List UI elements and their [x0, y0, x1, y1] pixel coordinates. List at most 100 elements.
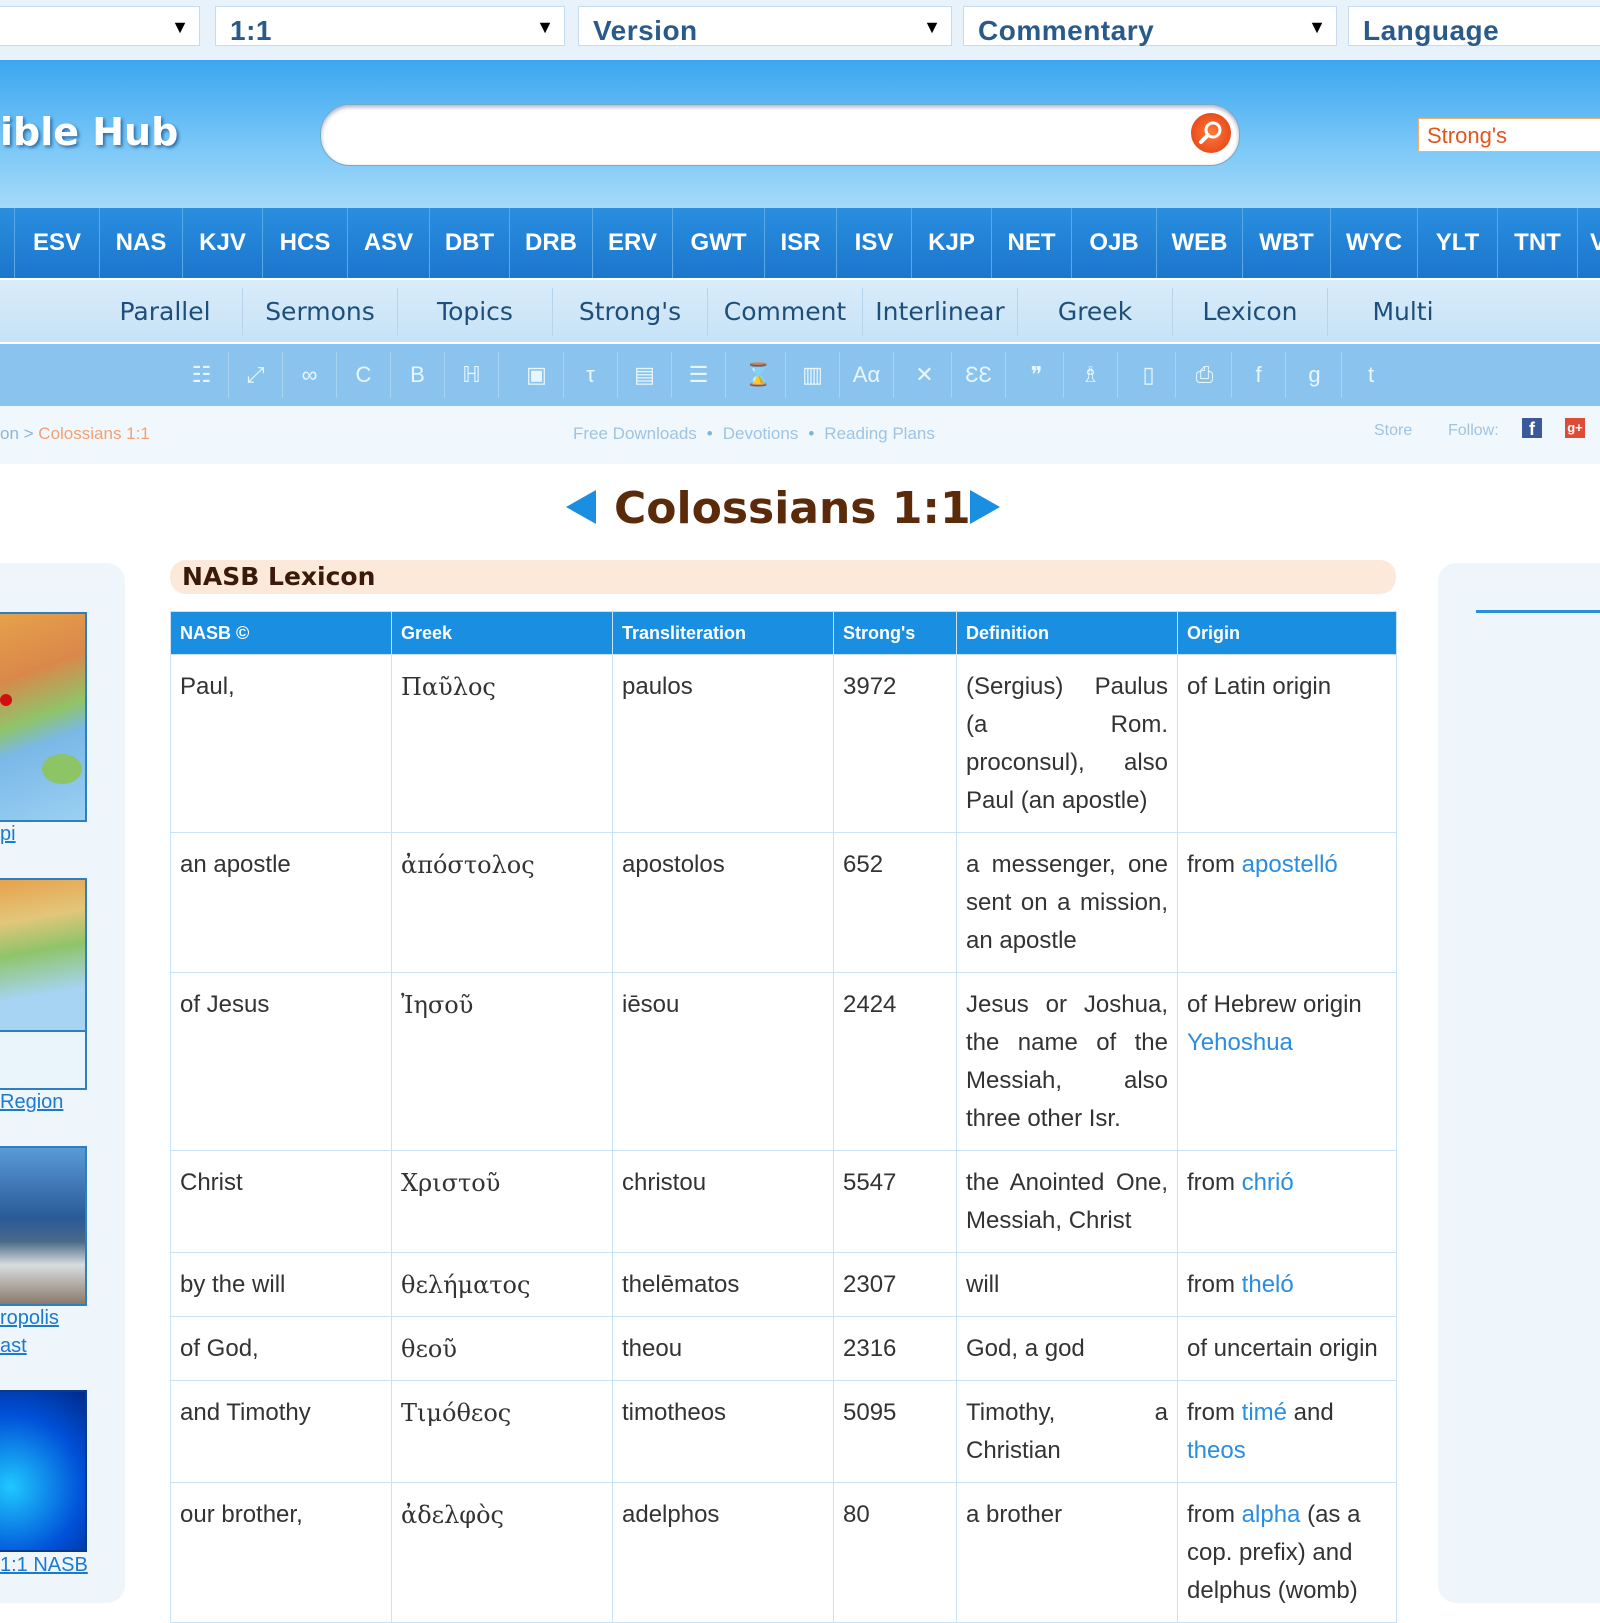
grid-icon[interactable]: ☷ [175, 352, 229, 398]
facebook-icon[interactable]: f [1522, 418, 1542, 439]
tools-icon[interactable]: ✕ [898, 352, 952, 398]
chapter-verse-select[interactable]: 1:1 ▼ [215, 6, 565, 46]
list-icon[interactable]: ☰ [672, 352, 726, 398]
version-tab-ojb[interactable]: OJB [1072, 208, 1157, 278]
google-plus-icon[interactable]: g+ [1565, 418, 1585, 438]
version-tab-kjv[interactable]: KJV [183, 208, 263, 278]
version-tab-kjp[interactable]: KJP [912, 208, 992, 278]
nav-sermons[interactable]: Sermons [243, 288, 398, 336]
table-row: our brother, ἀδελφὸς adelphos 80 a brother fr… [170, 1482, 1397, 1623]
book-select[interactable]: ▼ [0, 6, 200, 46]
strongs-number-link[interactable]: 652 [833, 832, 957, 973]
commentary-select[interactable]: Commentary ▼ [963, 6, 1337, 46]
nav-strongs[interactable]: Strong's [553, 288, 708, 336]
free-downloads-link[interactable]: Free Downloads [573, 424, 697, 443]
greek-cell: Τιμόθεος [391, 1380, 613, 1483]
version-select[interactable]: Version ▼ [578, 6, 952, 46]
devotions-link[interactable]: Devotions [723, 424, 799, 443]
twitter-icon[interactable]: t [1344, 352, 1398, 398]
version-tab-hcs[interactable]: HCS [263, 208, 348, 278]
study-nav: Parallel Sermons Topics Strong's Comment… [0, 280, 1600, 342]
strongs-number-link[interactable]: 2316 [833, 1316, 957, 1381]
strongs-number-link[interactable]: 5547 [833, 1150, 957, 1253]
philippi-map-image[interactable] [0, 612, 87, 822]
link-icon[interactable]: ∞ [283, 352, 337, 398]
image-icon[interactable]: ▣ [510, 352, 564, 398]
nasb-cell: our brother, [170, 1482, 392, 1623]
region-map-image[interactable] [0, 878, 87, 1090]
strongs-select[interactable]: Strong's [1418, 118, 1600, 152]
hebrew-icon[interactable]: ℍ [445, 352, 499, 398]
tau-icon[interactable]: τ [564, 352, 618, 398]
b-icon[interactable]: B [391, 352, 445, 398]
sidebar-caption-nasb[interactable]: 1:1 NASB [0, 1554, 88, 1577]
nav-interlinear[interactable]: Interlinear [863, 288, 1018, 336]
version-tab-drb[interactable]: DRB [510, 208, 593, 278]
origin-link[interactable]: timé [1242, 1399, 1287, 1426]
origin-link[interactable]: chrió [1242, 1169, 1294, 1196]
previous-verse-arrow-icon[interactable] [566, 490, 596, 524]
expand-icon[interactable]: ⤢ [229, 352, 283, 398]
version-tab-asv[interactable]: ASV [348, 208, 430, 278]
hourglass-icon[interactable]: ⌛ [732, 352, 786, 398]
version-tab[interactable] [0, 208, 15, 278]
version-tab-erv[interactable]: ERV [593, 208, 673, 278]
origin-link[interactable]: Yehoshua [1187, 1029, 1293, 1056]
definition-cell: will [956, 1252, 1178, 1317]
version-tab-web[interactable]: WEB [1157, 208, 1243, 278]
origin-link[interactable]: theló [1242, 1271, 1294, 1298]
facebook-icon[interactable]: f [1232, 352, 1286, 398]
c-icon[interactable]: C [337, 352, 391, 398]
columns-icon[interactable]: ƐƐ [952, 352, 1006, 398]
print-icon[interactable]: ⎙ [1178, 352, 1232, 398]
store-link[interactable]: Store [1374, 422, 1412, 440]
nav-lexicon[interactable]: Lexicon [1173, 288, 1328, 336]
nav-parallel[interactable]: Parallel [88, 288, 243, 336]
search-button[interactable] [1188, 110, 1234, 156]
version-tab-esv[interactable]: ESV [15, 208, 100, 278]
version-tab-isr[interactable]: ISR [765, 208, 837, 278]
version-tab-dbt[interactable]: DBT [430, 208, 510, 278]
hieropolis-photo-image[interactable] [0, 1146, 87, 1306]
origin-link[interactable]: apostelló [1242, 851, 1338, 878]
reading-plans-link[interactable]: Reading Plans [824, 424, 935, 443]
origin-link[interactable]: alpha [1242, 1501, 1301, 1528]
translate-icon[interactable]: Aα [840, 352, 894, 398]
verse-image[interactable] [0, 1390, 87, 1552]
strongs-number-link[interactable]: 2307 [833, 1252, 957, 1317]
quote-icon[interactable]: ❞ [1010, 352, 1064, 398]
version-tab-nas[interactable]: NAS [100, 208, 183, 278]
sidebar-caption-philippi[interactable]: pi [0, 823, 16, 846]
sidebar-caption-ropolis[interactable]: ropolis [0, 1307, 59, 1330]
nav-multi[interactable]: Multi [1328, 288, 1478, 336]
nav-topics[interactable]: Topics [398, 288, 553, 336]
version-tab-net[interactable]: NET [992, 208, 1072, 278]
version-tab-more[interactable]: V [1578, 208, 1600, 278]
org-icon[interactable]: ♗ [1064, 352, 1118, 398]
nav-comment[interactable]: Comment [708, 288, 863, 336]
definition-cell: God, a god [956, 1316, 1178, 1381]
chevron-down-icon: ▼ [171, 17, 189, 37]
search-input[interactable] [320, 104, 1240, 166]
book-icon[interactable]: ▤ [618, 352, 672, 398]
google-plus-icon[interactable]: g [1288, 352, 1342, 398]
strongs-number-link[interactable]: 3972 [833, 654, 957, 833]
version-tab-gwt[interactable]: GWT [673, 208, 765, 278]
version-tab-wyc[interactable]: WYC [1331, 208, 1418, 278]
strongs-number-link[interactable]: 2424 [833, 972, 957, 1151]
strongs-number-link[interactable]: 80 [833, 1482, 957, 1623]
site-logo[interactable]: ible Hub [0, 110, 178, 154]
version-tab-wbt[interactable]: WBT [1243, 208, 1331, 278]
mobile-icon[interactable]: ▯ [1122, 352, 1176, 398]
version-tab-isv[interactable]: ISV [837, 208, 912, 278]
strongs-number-link[interactable]: 5095 [833, 1380, 957, 1483]
language-select[interactable]: Language [1348, 6, 1600, 46]
version-tab-tnt[interactable]: TNT [1498, 208, 1578, 278]
nav-greek[interactable]: Greek [1018, 288, 1173, 336]
origin-link[interactable]: theos [1187, 1437, 1246, 1464]
sidebar-caption-east[interactable]: ast [0, 1335, 27, 1358]
next-verse-arrow-icon[interactable] [970, 490, 1000, 524]
sidebar-caption-region[interactable]: Region [0, 1091, 63, 1114]
chart-icon[interactable]: ▥ [786, 352, 840, 398]
version-tab-ylt[interactable]: YLT [1418, 208, 1498, 278]
